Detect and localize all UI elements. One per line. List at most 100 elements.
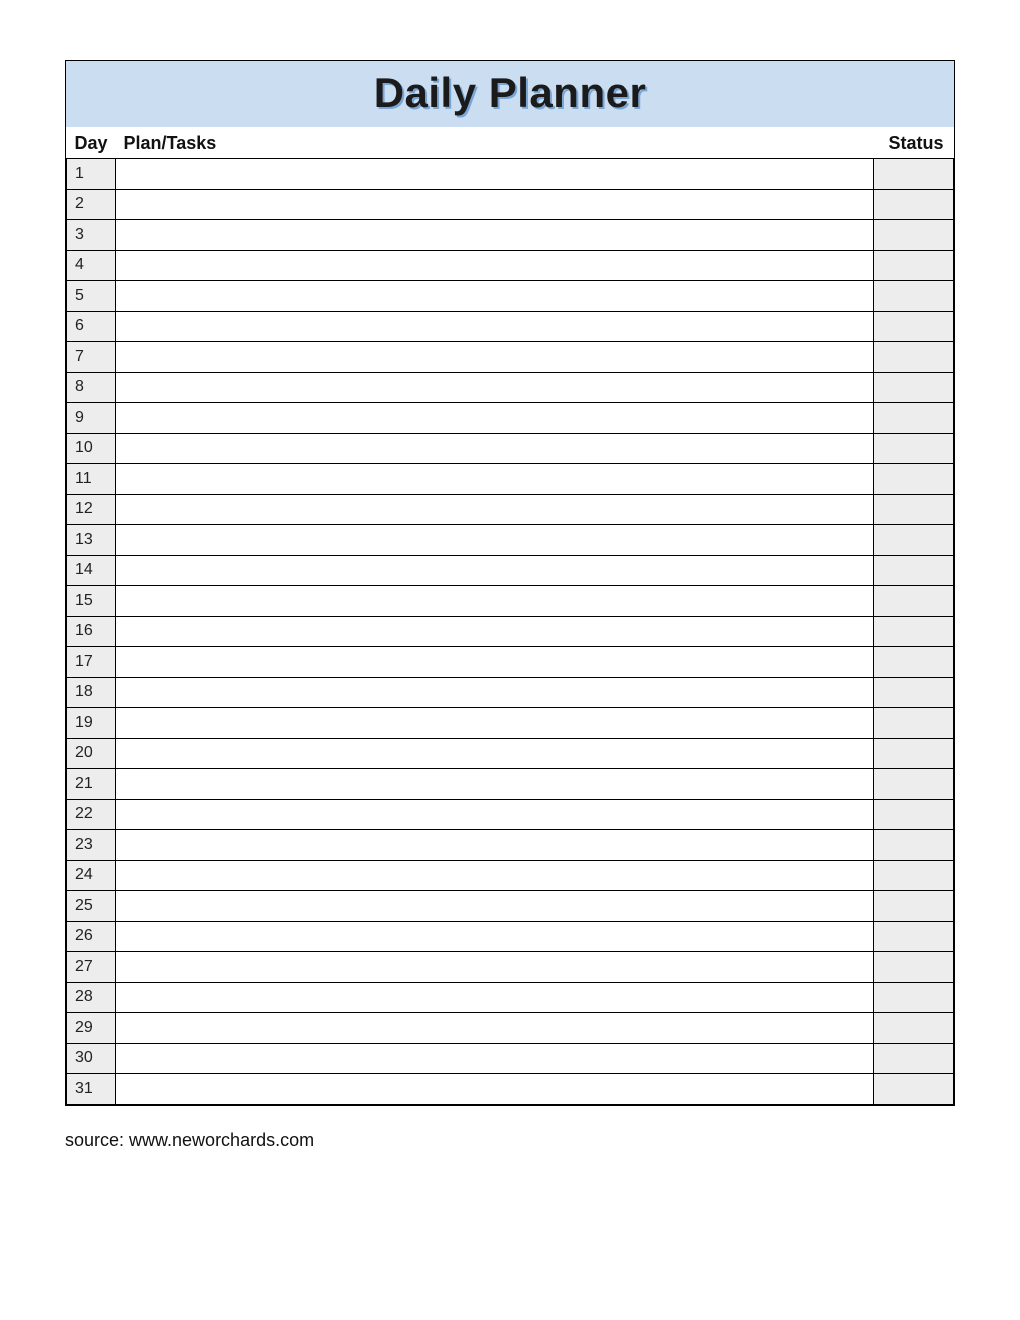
status-cell[interactable] <box>874 189 954 220</box>
status-cell[interactable] <box>874 342 954 373</box>
task-cell[interactable] <box>116 586 874 617</box>
task-cell[interactable] <box>116 799 874 830</box>
table-row: 28 <box>67 982 954 1013</box>
task-cell[interactable] <box>116 952 874 983</box>
status-cell[interactable] <box>874 220 954 251</box>
task-cell[interactable] <box>116 830 874 861</box>
day-cell: 23 <box>67 830 116 861</box>
table-row: 31 <box>67 1074 954 1105</box>
task-cell[interactable] <box>116 647 874 678</box>
day-cell: 11 <box>67 464 116 495</box>
day-cell: 4 <box>67 250 116 281</box>
day-cell: 12 <box>67 494 116 525</box>
status-cell[interactable] <box>874 769 954 800</box>
status-cell[interactable] <box>874 555 954 586</box>
status-cell[interactable] <box>874 1074 954 1105</box>
status-cell[interactable] <box>874 403 954 434</box>
status-cell[interactable] <box>874 159 954 190</box>
table-row: 8 <box>67 372 954 403</box>
day-cell: 1 <box>67 159 116 190</box>
header-status: Status <box>874 127 954 159</box>
status-cell[interactable] <box>874 952 954 983</box>
day-cell: 8 <box>67 372 116 403</box>
status-cell[interactable] <box>874 464 954 495</box>
table-row: 1 <box>67 159 954 190</box>
day-cell: 14 <box>67 555 116 586</box>
table-row: 5 <box>67 281 954 312</box>
task-cell[interactable] <box>116 494 874 525</box>
task-cell[interactable] <box>116 1074 874 1105</box>
table-row: 22 <box>67 799 954 830</box>
task-cell[interactable] <box>116 250 874 281</box>
status-cell[interactable] <box>874 525 954 556</box>
task-cell[interactable] <box>116 1013 874 1044</box>
table-row: 15 <box>67 586 954 617</box>
task-cell[interactable] <box>116 616 874 647</box>
status-cell[interactable] <box>874 891 954 922</box>
header-day: Day <box>67 127 116 159</box>
status-cell[interactable] <box>874 860 954 891</box>
day-cell: 27 <box>67 952 116 983</box>
task-cell[interactable] <box>116 220 874 251</box>
status-cell[interactable] <box>874 281 954 312</box>
day-cell: 30 <box>67 1043 116 1074</box>
task-cell[interactable] <box>116 311 874 342</box>
status-cell[interactable] <box>874 250 954 281</box>
status-cell[interactable] <box>874 1013 954 1044</box>
table-row: 12 <box>67 494 954 525</box>
day-cell: 29 <box>67 1013 116 1044</box>
day-cell: 3 <box>67 220 116 251</box>
planner-frame: Daily Planner Day Plan/Tasks Status 1234… <box>65 60 955 1106</box>
task-cell[interactable] <box>116 281 874 312</box>
status-cell[interactable] <box>874 311 954 342</box>
status-cell[interactable] <box>874 708 954 739</box>
table-row: 7 <box>67 342 954 373</box>
status-cell[interactable] <box>874 921 954 952</box>
page-title: Daily Planner <box>66 69 954 117</box>
status-cell[interactable] <box>874 738 954 769</box>
task-cell[interactable] <box>116 860 874 891</box>
task-cell[interactable] <box>116 982 874 1013</box>
task-cell[interactable] <box>116 342 874 373</box>
status-cell[interactable] <box>874 647 954 678</box>
table-row: 20 <box>67 738 954 769</box>
task-cell[interactable] <box>116 891 874 922</box>
task-cell[interactable] <box>116 738 874 769</box>
day-cell: 20 <box>67 738 116 769</box>
status-cell[interactable] <box>874 799 954 830</box>
status-cell[interactable] <box>874 494 954 525</box>
planner-table: Day Plan/Tasks Status 123456789101112131… <box>66 127 954 1105</box>
day-cell: 9 <box>67 403 116 434</box>
table-row: 2 <box>67 189 954 220</box>
status-cell[interactable] <box>874 677 954 708</box>
task-cell[interactable] <box>116 403 874 434</box>
status-cell[interactable] <box>874 372 954 403</box>
task-cell[interactable] <box>116 708 874 739</box>
day-cell: 2 <box>67 189 116 220</box>
status-cell[interactable] <box>874 433 954 464</box>
task-cell[interactable] <box>116 677 874 708</box>
task-cell[interactable] <box>116 525 874 556</box>
task-cell[interactable] <box>116 433 874 464</box>
task-cell[interactable] <box>116 189 874 220</box>
task-cell[interactable] <box>116 1043 874 1074</box>
task-cell[interactable] <box>116 372 874 403</box>
title-bar: Daily Planner <box>66 61 954 127</box>
task-cell[interactable] <box>116 769 874 800</box>
status-cell[interactable] <box>874 616 954 647</box>
task-cell[interactable] <box>116 464 874 495</box>
table-row: 10 <box>67 433 954 464</box>
task-cell[interactable] <box>116 159 874 190</box>
table-row: 18 <box>67 677 954 708</box>
day-cell: 6 <box>67 311 116 342</box>
task-cell[interactable] <box>116 921 874 952</box>
task-cell[interactable] <box>116 555 874 586</box>
day-cell: 19 <box>67 708 116 739</box>
status-cell[interactable] <box>874 982 954 1013</box>
status-cell[interactable] <box>874 830 954 861</box>
day-cell: 10 <box>67 433 116 464</box>
status-cell[interactable] <box>874 586 954 617</box>
status-cell[interactable] <box>874 1043 954 1074</box>
day-cell: 17 <box>67 647 116 678</box>
table-row: 9 <box>67 403 954 434</box>
